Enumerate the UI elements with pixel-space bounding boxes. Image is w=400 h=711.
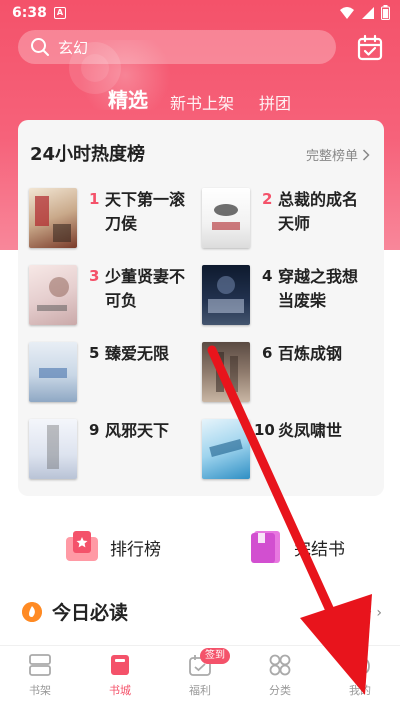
- book-rank: 9: [89, 421, 100, 439]
- book-cover: [29, 419, 77, 479]
- cover-art: [39, 368, 67, 378]
- book-rank: 5: [89, 344, 100, 362]
- book-rank: 3: [89, 267, 100, 285]
- search-icon: [31, 38, 49, 56]
- book-cover: [202, 188, 250, 248]
- nav-bookshelf-label: 书架: [29, 684, 51, 697]
- book-item[interactable]: 10 炎凤啸世: [194, 419, 369, 489]
- book-rank: 1: [89, 190, 100, 208]
- tab-new-books[interactable]: 新书上架: [170, 90, 234, 114]
- flame-icon: [22, 602, 42, 622]
- finished-book-icon: [251, 531, 280, 563]
- ranking-card: 24小时热度榜 完整榜单 1 天下第一滚刀侯 2 总裁的成名天师 3 少董贤妻不…: [18, 120, 384, 496]
- book-title: 穿越之我想当废柴: [278, 267, 359, 310]
- nav-bookstore-label: 书城: [109, 684, 131, 697]
- cover-art: [35, 196, 71, 242]
- status-bar: 6:38 A: [0, 0, 400, 28]
- nav-category[interactable]: 分类: [250, 652, 310, 698]
- tab-featured[interactable]: 精选: [108, 84, 148, 113]
- bookshelf-icon: [29, 654, 51, 676]
- battery-icon: [381, 5, 390, 20]
- book-cover: [29, 265, 77, 325]
- book-title: 天下第一滚刀侯: [105, 190, 186, 233]
- bottom-nav: 书架 书城 签到 福利 分类 我的: [0, 645, 400, 711]
- finished-books-label: 完结书: [294, 539, 345, 560]
- book-cover: [29, 188, 77, 248]
- book-cover: [202, 265, 250, 325]
- bookstore-icon: [111, 655, 129, 675]
- nav-welfare[interactable]: 签到 福利: [170, 648, 230, 698]
- finished-books-button[interactable]: 完结书: [248, 529, 345, 565]
- book-item[interactable]: 2 总裁的成名天师: [194, 188, 369, 258]
- full-ranking-link[interactable]: 完整榜单: [306, 145, 370, 164]
- book-cover: [202, 342, 250, 402]
- book-cover: [29, 342, 77, 402]
- cover-art: [47, 425, 59, 469]
- ranking-title: 24小时热度榜: [30, 144, 146, 165]
- cover-art: [209, 439, 243, 457]
- book-title: 少董贤妻不可负: [105, 267, 186, 310]
- category-tabs: 精选 新书上架 拼团: [0, 82, 400, 116]
- ranking-list-label: 排行榜: [110, 539, 161, 560]
- book-title: 臻爱无限: [105, 344, 170, 363]
- nav-category-label: 分类: [269, 684, 291, 697]
- full-ranking-label: 完整榜单: [305, 149, 358, 164]
- category-icon: [269, 654, 291, 676]
- book-item[interactable]: 3 少董贤妻不可负: [21, 265, 196, 335]
- book-title: 百炼成钢: [278, 344, 343, 363]
- book-item[interactable]: 5 臻爱无限: [21, 342, 196, 412]
- cover-art: [212, 204, 240, 230]
- book-rank: 2: [262, 190, 273, 208]
- book-title: 风邪天下: [105, 421, 170, 440]
- quick-links: 排行榜 完结书: [0, 525, 400, 575]
- book-item[interactable]: 1 天下第一滚刀侯: [21, 188, 196, 258]
- book-item[interactable]: 4 穿越之我想当废柴: [194, 265, 369, 335]
- cover-art: [216, 352, 238, 392]
- checkin-badge: 签到: [200, 648, 230, 664]
- book-rank: 4: [262, 267, 273, 285]
- profile-icon: [350, 657, 370, 675]
- wifi-icon: [340, 6, 354, 19]
- tab-group-buy[interactable]: 拼团: [259, 90, 291, 114]
- nav-bookstore[interactable]: 书城: [90, 652, 150, 698]
- nav-bookshelf[interactable]: 书架: [10, 652, 70, 698]
- notification-icon: A: [54, 7, 66, 19]
- nav-welfare-label: 福利: [189, 684, 211, 697]
- section-title: 今日必读: [52, 602, 129, 624]
- status-icons: [339, 5, 390, 20]
- today-must-read-header: 今日必读 多 ›: [22, 598, 382, 628]
- ranking-icon: [66, 531, 98, 561]
- book-item[interactable]: 6 百炼成钢: [194, 342, 369, 412]
- book-rank: 10: [254, 421, 275, 439]
- cover-art: [37, 277, 69, 311]
- chevron-right-icon: [362, 148, 370, 161]
- book-title: 总裁的成名天师: [278, 190, 359, 233]
- nav-profile-label: 我的: [349, 684, 371, 697]
- book-title: 炎凤啸世: [278, 421, 343, 440]
- book-cover: [202, 419, 250, 479]
- cover-art: [208, 276, 244, 313]
- signal-icon: [362, 6, 374, 19]
- section-more-link[interactable]: 多 ›: [358, 602, 382, 622]
- book-rank: 6: [262, 344, 273, 362]
- book-item[interactable]: 9 风邪天下: [21, 419, 196, 489]
- ranking-list-button[interactable]: 排行榜: [64, 529, 161, 565]
- calendar-icon[interactable]: [356, 34, 384, 62]
- status-time: 6:38: [12, 5, 47, 21]
- nav-profile[interactable]: 我的: [330, 652, 390, 698]
